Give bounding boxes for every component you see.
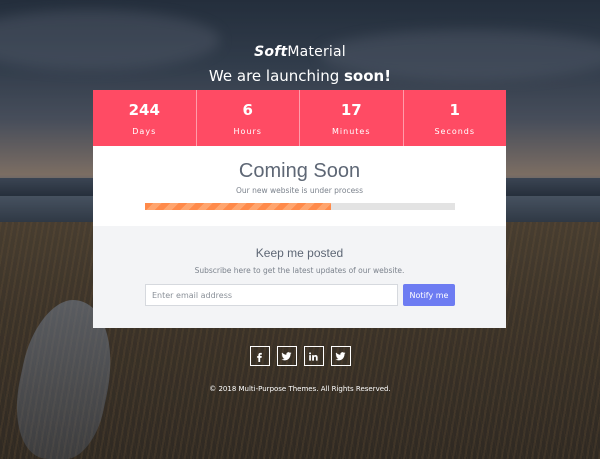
countdown-days-label: Days xyxy=(132,127,157,136)
tagline-prefix: We are launching xyxy=(208,67,344,85)
facebook-link[interactable] xyxy=(249,346,270,366)
coming-soon-subheading: Our new website is under process xyxy=(236,186,363,195)
coming-soon-heading: Coming Soon xyxy=(238,160,361,182)
twitter-icon xyxy=(335,351,346,360)
countdown-hours-value: 6 xyxy=(242,101,253,119)
progress-fill xyxy=(145,203,331,210)
countdown-timer: 244 Days 6 Hours 17 Minutes 1 Seconds xyxy=(93,90,506,146)
brand-bold: Soft xyxy=(254,44,288,60)
notify-me-button[interactable]: Notify me xyxy=(403,284,455,306)
launch-tagline: We are launching soon! xyxy=(0,67,600,85)
brand-logo: SoftMaterial xyxy=(0,44,600,60)
countdown-minutes-value: 17 xyxy=(340,101,362,119)
countdown-minutes-label: Minutes xyxy=(332,127,371,136)
tagline-bold: soon! xyxy=(344,67,392,85)
social-links xyxy=(0,346,600,366)
twitter-link[interactable] xyxy=(276,346,297,366)
linkedin-link[interactable] xyxy=(303,346,324,366)
subscribe-description: Subscribe here to get the latest updates… xyxy=(194,266,405,275)
countdown-days: 244 Days xyxy=(93,90,197,146)
countdown-hours-label: Hours xyxy=(233,127,262,136)
progress-bar xyxy=(145,203,455,210)
countdown-minutes: 17 Minutes xyxy=(300,90,404,146)
facebook-icon xyxy=(257,352,262,362)
countdown-seconds-value: 1 xyxy=(449,101,460,119)
subscribe-section: Keep me posted Subscribe here to get the… xyxy=(93,226,506,328)
countdown-hours: 6 Hours xyxy=(197,90,300,146)
subscribe-title: Keep me posted xyxy=(255,246,344,260)
email-input[interactable] xyxy=(145,284,398,306)
coming-soon-card: Coming Soon Our new website is under pro… xyxy=(93,146,506,328)
linkedin-icon xyxy=(309,351,318,361)
countdown-seconds: 1 Seconds xyxy=(404,90,507,146)
countdown-days-value: 244 xyxy=(128,101,160,119)
brand-regular: Material xyxy=(287,44,346,60)
footer-copyright: © 2018 Multi-Purpose Themes. All Rights … xyxy=(209,385,391,393)
twitter-link-2[interactable] xyxy=(330,346,351,366)
twitter-icon xyxy=(281,351,292,360)
countdown-seconds-label: Seconds xyxy=(434,127,476,136)
